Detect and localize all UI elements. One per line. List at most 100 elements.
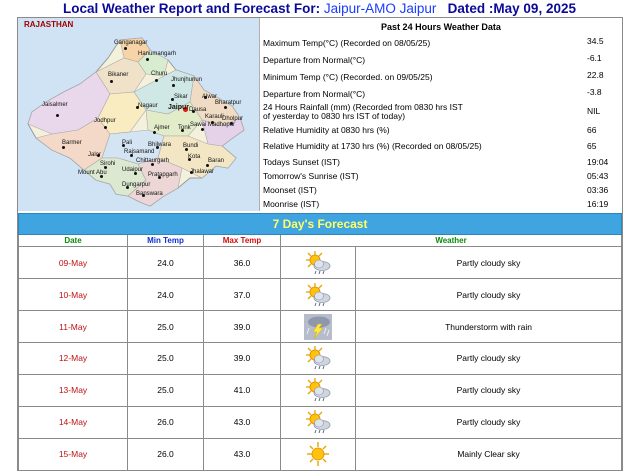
partly-cloudy-icon: [306, 410, 331, 434]
forecast-row: 13-May 25.0 41.0 Partly cloudy sky: [18, 373, 623, 407]
forecast-weather: Partly cloudy sky: [354, 278, 623, 312]
city-label: Jaisalmer: [42, 102, 68, 108]
city-dot: [56, 114, 59, 117]
past-row: Todays Sunset (IST) 19:04: [261, 154, 621, 169]
rajasthan-map: RAJASTHAN Ganganagar Hanumangarh Bikaner…: [18, 18, 260, 211]
map-state-label: RAJASTHAN: [24, 20, 74, 29]
city-label: Pratapgarh: [148, 172, 178, 178]
forecast-weather: Thunderstorm with rain: [354, 310, 623, 343]
col-header-weather: Weather: [279, 234, 623, 248]
forecast-max-temp: 39.0: [203, 310, 281, 343]
forecast-weather-icon-cell: [280, 437, 356, 471]
forecast-date: 13-May: [18, 373, 128, 407]
city-label: Bikaner: [108, 72, 129, 78]
col-header-date: Date: [18, 234, 128, 248]
forecast-weather: Partly cloudy sky: [354, 342, 623, 375]
forecast-weather-icon-cell: [280, 278, 356, 312]
forecast-date: 14-May: [18, 405, 128, 439]
past-row: Maximum Temp(°C) (Recorded on 08/05/25) …: [261, 34, 621, 51]
forecast-weather: Partly cloudy sky: [354, 246, 623, 280]
page-header: Local Weather Report and Forecast For: J…: [0, 0, 639, 18]
col-header-max: Max Temp: [203, 234, 281, 248]
forecast-min-temp: 26.0: [127, 405, 204, 439]
past-row: Minimum Temp (°C) (Recorded. on 09/05/25…: [261, 68, 621, 85]
partly-cloudy-icon: [306, 346, 331, 370]
forecast-row: 11-May 25.0 39.0 Thunderstorm with rain: [18, 310, 623, 343]
forecast-row: 09-May 24.0 36.0 Partly cloudy sky: [18, 246, 623, 280]
city-label: Dausa: [189, 107, 207, 113]
past-row: 24 Hours Rainfall (mm) (Recorded from 08…: [261, 102, 621, 122]
forecast-row: 15-May 26.0 43.0 Mainly Clear sky: [18, 437, 623, 471]
forecast-date: 15-May: [18, 437, 128, 471]
past-row-label: Relative Humidity at 0830 hrs (%): [263, 125, 390, 135]
forecast-weather-icon-cell: [280, 246, 356, 280]
city-label: Sawai Madhopur: [190, 122, 236, 128]
city-dot: [124, 47, 127, 50]
forecast-max-temp: 37.0: [203, 278, 281, 312]
past-row-label-line2: of yesterday to 0830 hrs IST of today): [263, 111, 406, 121]
city-label: Karauli: [205, 114, 224, 120]
city-label: Hanumangarh: [138, 51, 177, 57]
forecast-min-temp: 24.0: [127, 278, 204, 312]
city-label: Nagaur: [138, 103, 158, 109]
forecast-title: 7 Day's Forecast: [17, 212, 623, 236]
city-label: Jaipur: [168, 104, 190, 111]
city-label: Baran: [208, 158, 225, 164]
past-row-value: 66: [587, 125, 597, 135]
past-row-label: Moonrise (IST): [263, 199, 320, 209]
city-label: Mount Abu: [78, 170, 107, 176]
city-label: Chittaurgarh: [136, 158, 170, 164]
city-dot: [104, 126, 107, 129]
past-row-label: Moonset (IST): [263, 185, 317, 195]
city-label: Bharatpur: [215, 100, 242, 106]
forecast-date: 12-May: [18, 342, 128, 375]
city-label: Kota: [188, 154, 201, 160]
forecast-row: 12-May 25.0 39.0 Partly cloudy sky: [18, 342, 623, 375]
city-dot: [224, 106, 227, 109]
forecast-weather: Mainly Clear sky: [354, 437, 623, 471]
city-label: Pali: [122, 140, 133, 146]
forecast-weather-icon-cell: [280, 405, 356, 439]
header-date: Dated :May 09, 2025: [447, 1, 576, 16]
city-label: Jodhpur: [94, 118, 116, 124]
forecast-header-row: Date Min Temp Max Temp Weather: [18, 234, 623, 248]
city-label: Tonk: [178, 125, 191, 131]
past-row-value: 19:04: [587, 157, 609, 167]
past-row-value: -6.1: [587, 53, 602, 63]
past-row-value: -3.8: [587, 87, 602, 97]
city-label: Jalor: [88, 152, 102, 158]
forecast-min-temp: 25.0: [127, 373, 204, 407]
past-24h-panel: Past 24 Hours Weather Data Maximum Temp(…: [261, 20, 621, 211]
forecast-weather-icon-cell: [280, 310, 356, 343]
past-row-value: 05:43: [587, 171, 609, 181]
city-dot: [146, 58, 149, 61]
forecast-row: 10-May 24.0 37.0 Partly cloudy sky: [18, 278, 623, 312]
forecast-row: 14-May 26.0 43.0 Partly cloudy sky: [18, 405, 623, 439]
col-header-min: Min Temp: [127, 234, 204, 248]
past-row-label: Departure from Normal(°C): [263, 89, 366, 99]
past-row-label: Relative Humidity at 1730 hrs (%) (Recor…: [263, 141, 482, 151]
city-label: Barmer: [62, 140, 82, 146]
past-row-value: 65: [587, 141, 597, 151]
past-row-value: NIL: [587, 106, 601, 116]
city-dot: [201, 128, 204, 131]
partly-cloudy-icon: [306, 378, 331, 402]
forecast-title-row: 7 Day's Forecast: [17, 212, 623, 236]
city-label: Sirohi: [100, 161, 116, 167]
past-24h-title: Past 24 Hours Weather Data: [381, 22, 501, 32]
past-row: Departure from Normal(°C) -3.8: [261, 85, 621, 102]
city-label: Rajsamand: [124, 149, 155, 155]
header-location: Jaipur-AMO Jaipur: [323, 1, 437, 16]
past-row-value: 03:36: [587, 185, 609, 195]
past-row: Moonset (IST) 03:36: [261, 183, 621, 197]
city-dot: [155, 79, 158, 82]
forecast-min-temp: 26.0: [127, 437, 204, 471]
past-row-label: Tomorrow's Sunrise (IST): [263, 171, 359, 181]
city-label: Udaipur: [122, 167, 144, 173]
city-label: Jhunjhunun: [171, 77, 203, 83]
partly-cloudy-icon: [306, 250, 331, 274]
forecast-weather: Partly cloudy sky: [354, 405, 623, 439]
forecast-max-temp: 39.0: [203, 342, 281, 375]
past-row-label: Departure from Normal(°C): [263, 55, 366, 65]
city-label: Jhalawar: [190, 169, 215, 175]
